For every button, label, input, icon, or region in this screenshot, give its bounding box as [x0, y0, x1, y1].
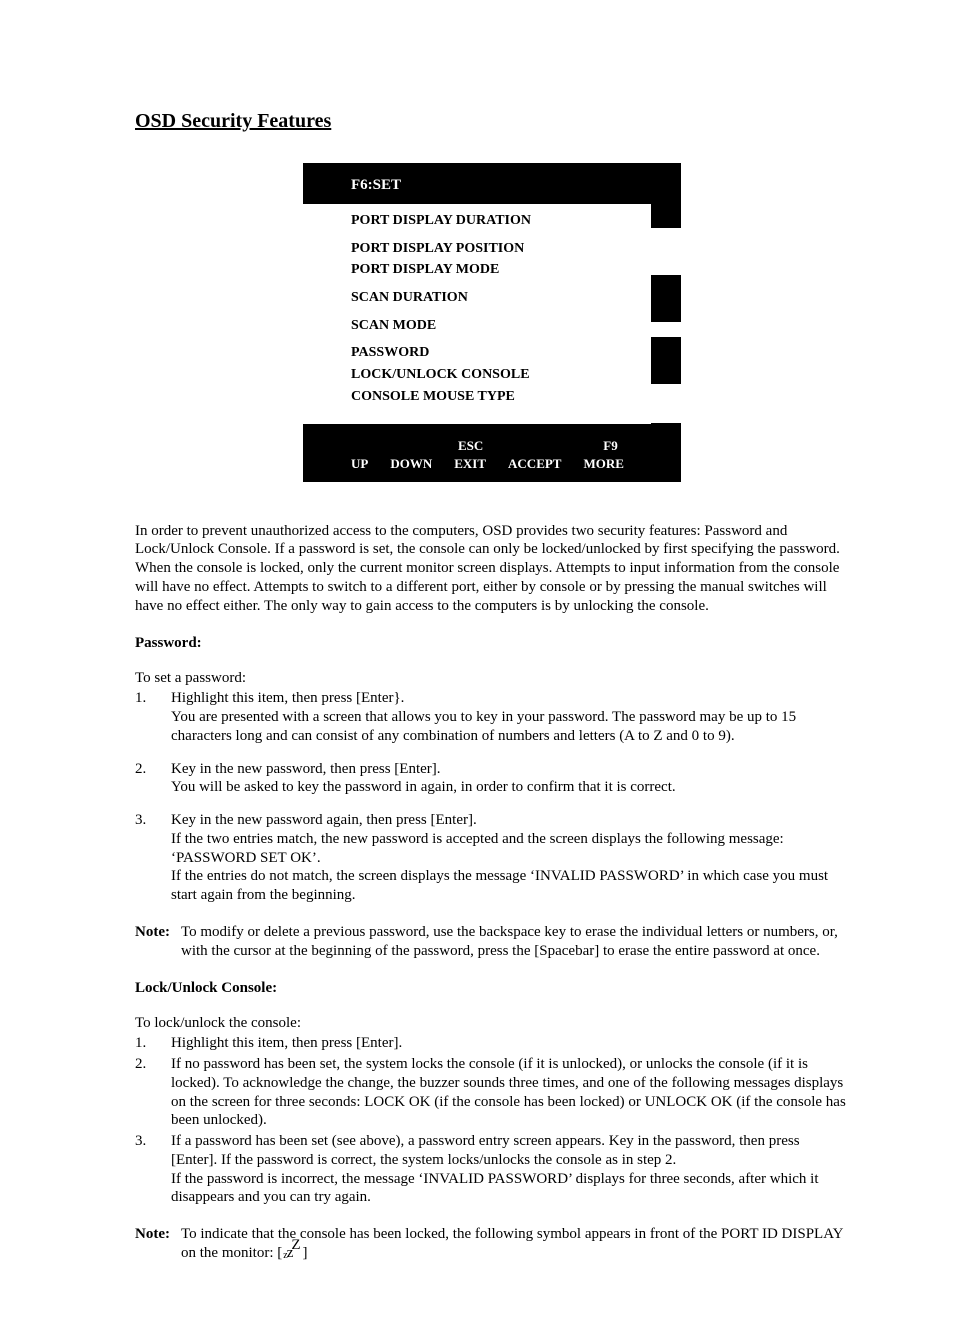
- osd-menu-item[interactable]: CONSOLE MOUSE TYPE: [351, 386, 651, 408]
- osd-key-f9: F9: [603, 438, 617, 454]
- note-text: To indicate that the console has been lo…: [181, 1225, 849, 1263]
- osd-header: F6:SET: [303, 163, 681, 204]
- osd-key-accept: ACCEPT: [508, 456, 561, 472]
- osd-menu-item[interactable]: SCAN DURATION: [351, 287, 651, 309]
- osd-key-down: DOWN: [390, 456, 432, 472]
- list-item: Highlight this item, then press [Enter}.…: [135, 689, 849, 745]
- lock-note: Note: To indicate that the console has b…: [135, 1225, 849, 1263]
- lock-lead: To lock/unlock the console:: [135, 1015, 849, 1032]
- osd-footer: ESC F9 UP DOWN EXIT ACCEPT MORE: [303, 424, 681, 482]
- osd-menu-item[interactable]: PORT DISPLAY POSITION: [351, 238, 651, 260]
- note-text: To modify or delete a previous password,…: [181, 923, 849, 961]
- osd-menu-item[interactable]: LOCK/UNLOCK CONSOLE: [351, 364, 651, 386]
- osd-key-up: UP: [351, 456, 368, 472]
- osd-menu-item[interactable]: PASSWORD: [351, 342, 651, 364]
- osd-menu-list: PORT DISPLAY DURATION PORT DISPLAY POSIT…: [303, 204, 651, 424]
- lock-steps: Highlight this item, then press [Enter].…: [135, 1034, 849, 1207]
- note-label: Note:: [135, 923, 181, 961]
- osd-key-exit: EXIT: [454, 456, 486, 472]
- password-heading: Password:: [135, 635, 849, 652]
- note-label: Note:: [135, 1225, 181, 1263]
- list-item: If no password has been set, the system …: [135, 1055, 849, 1130]
- osd-menu-item[interactable]: SCAN MODE: [351, 315, 651, 337]
- lock-heading: Lock/Unlock Console:: [135, 980, 849, 997]
- password-lead: To set a password:: [135, 670, 849, 687]
- list-item: If a password has been set (see above), …: [135, 1132, 849, 1207]
- password-steps: Highlight this item, then press [Enter}.…: [135, 689, 849, 905]
- osd-scrollbar[interactable]: [651, 204, 681, 424]
- osd-menu-item[interactable]: PORT DISPLAY MODE: [351, 259, 651, 281]
- list-item: Highlight this item, then press [Enter].: [135, 1034, 849, 1053]
- osd-menu-item[interactable]: PORT DISPLAY DURATION: [351, 210, 651, 232]
- lock-symbol-icon: zzZ: [282, 1244, 302, 1263]
- page-title: OSD Security Features: [135, 110, 849, 133]
- osd-key-more: MORE: [583, 456, 623, 472]
- osd-key-esc: ESC: [458, 438, 483, 454]
- list-item: Key in the new password again, then pres…: [135, 811, 849, 905]
- password-note: Note: To modify or delete a previous pas…: [135, 923, 849, 961]
- list-item: Key in the new password, then press [Ent…: [135, 760, 849, 798]
- intro-paragraph: In order to prevent unauthorized access …: [135, 522, 849, 616]
- osd-panel: F6:SET PORT DISPLAY DURATION PORT DISPLA…: [303, 163, 681, 482]
